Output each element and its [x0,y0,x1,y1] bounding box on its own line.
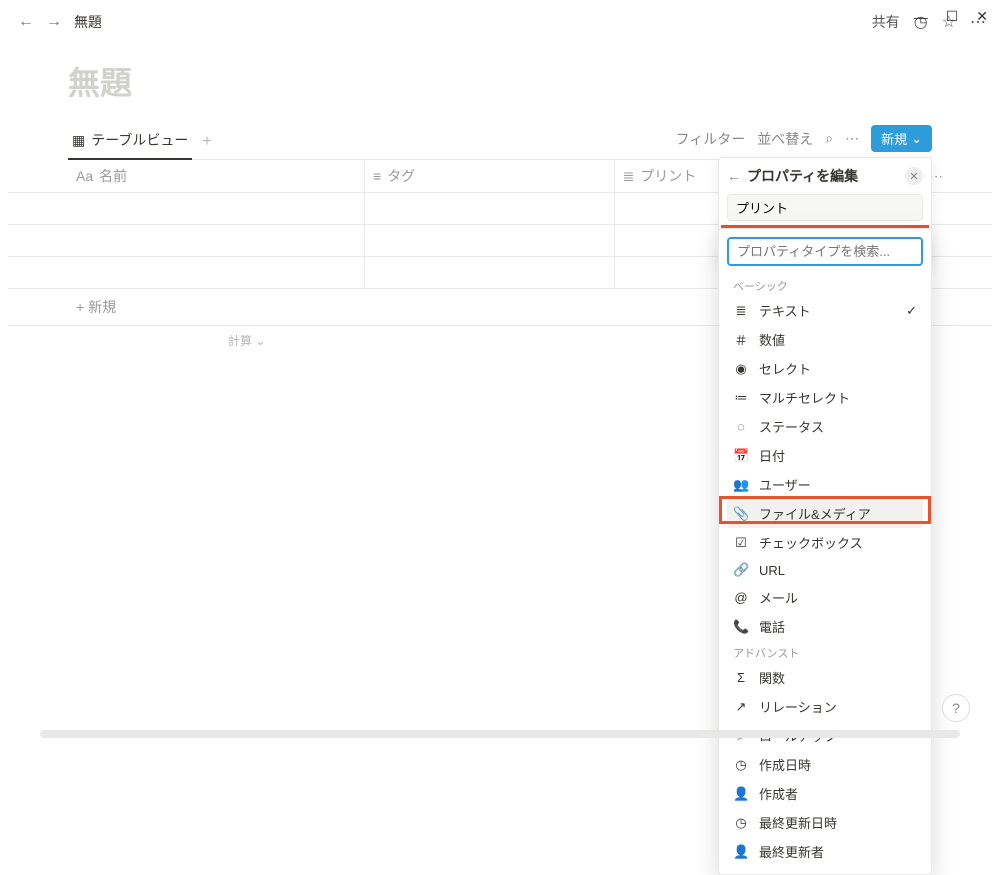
section-basic: ベーシック [727,274,923,296]
horizontal-scrollbar[interactable] [40,730,960,738]
chevron-down-icon: ⌄ [911,131,922,147]
type-option-icon: 👤 [733,844,749,860]
type-option-icon: ≣ [733,303,749,319]
type-option-icon: 📅 [733,448,749,464]
search-icon[interactable]: ⌕ [825,130,833,147]
type-option[interactable]: Σ 関数 [727,663,923,692]
type-option-icon: ◌ [733,419,749,434]
type-option[interactable]: @ メール [727,583,923,612]
minimize-button[interactable]: — [914,9,928,25]
maximize-button[interactable]: ☐ [946,8,959,25]
type-option[interactable]: 📞 電話 [727,612,923,641]
type-option-label: 数値 [759,330,785,349]
type-option[interactable]: 👥 ユーザー [727,470,923,499]
section-advanced: アドバンスト [727,641,923,663]
panel-back-button[interactable]: ← [727,168,741,184]
column-header-name[interactable]: Aa名前 [8,160,365,193]
list-icon: ≡ [373,168,381,184]
breadcrumb[interactable]: 無題 [74,12,102,32]
type-option[interactable]: ◷ 最終更新日時 [727,808,923,837]
panel-title: プロパティを編集 [747,166,899,186]
type-option-label: 最終更新者 [759,842,824,861]
column-header-tag[interactable]: ≡タグ [365,160,615,193]
type-search-input[interactable] [727,237,923,266]
type-option[interactable]: ≔ マルチセレクト [727,383,923,412]
type-option-icon: ＃ [733,330,749,349]
help-button[interactable]: ? [942,694,970,722]
toolbar-more-icon[interactable]: ⋯ [845,130,859,147]
new-button[interactable]: 新規 ⌄ [871,125,932,152]
type-option-label: セレクト [759,359,811,378]
type-option-icon: ◉ [733,361,749,377]
type-option-label: リレーション [759,697,837,716]
type-option[interactable]: ◌ ステータス [727,412,923,441]
type-option-label: ファイル&メディア [759,504,871,523]
type-option-label: 作成者 [759,784,798,803]
property-name-input[interactable] [727,194,923,221]
type-option-label: 日付 [759,446,785,465]
text-icon: Aa [76,168,93,184]
type-option-label: URL [759,563,785,578]
text-icon: ≣ [623,168,635,185]
forward-button[interactable]: → [42,11,66,33]
type-option[interactable]: ↗ リレーション [727,692,923,721]
type-option-icon: 📎 [733,506,749,522]
type-option-icon: ◷ [733,757,749,773]
type-option[interactable]: 👤 最終更新者 [727,837,923,866]
type-option-icon: 📞 [733,619,749,635]
view-tab-table[interactable]: ▦ テーブルビュー [68,124,192,160]
type-option-icon: ◷ [733,815,749,831]
panel-close-button[interactable]: ✕ [905,167,923,185]
type-option[interactable]: ☑ チェックボックス [727,528,923,557]
type-option-label: メール [759,588,798,607]
type-option[interactable]: 👤 作成者 [727,779,923,808]
window-controls: — ☐ ✕ [914,8,988,25]
back-button[interactable]: ← [14,11,38,33]
type-option-label: マルチセレクト [759,388,850,407]
type-option[interactable]: ＃ 数値 [727,325,923,354]
topbar: ← → 無題 共有 ◷ ☆ ⋯ [0,0,1000,44]
type-option[interactable]: 🔗 URL [727,557,923,583]
view-tab-label: テーブルビュー [91,130,188,150]
type-option-label: ユーザー [759,475,811,494]
page-title[interactable]: 無題 [68,58,932,104]
property-type-dropdown: ベーシック ≣ テキスト ✓ ＃ 数値 ◉ セレクト ≔ マルチセレクト ◌ ステータス 📅 日付 👥 ユー… [718,228,932,875]
type-option-label: 電話 [759,617,785,636]
type-option-label: 最終更新日時 [759,813,837,832]
table-icon: ▦ [72,132,85,149]
add-view-button[interactable]: + [202,133,211,151]
share-button[interactable]: 共有 [872,12,900,32]
type-option[interactable]: ◷ 作成日時 [727,750,923,779]
type-option-icon: @ [733,590,749,605]
type-option-label: テキスト [759,301,811,320]
type-option-icon: 🔗 [733,562,749,578]
type-option-label: 関数 [759,668,785,687]
type-option[interactable]: ≣ テキスト ✓ [727,296,923,325]
close-window-button[interactable]: ✕ [976,8,988,25]
check-icon: ✓ [906,303,917,319]
type-option-label: チェックボックス [759,533,863,552]
calc-label[interactable]: 計算 ⌄ [228,332,265,349]
type-option[interactable]: 📎 ファイル&メディア [727,499,923,528]
type-option-label: 作成日時 [759,755,811,774]
type-option-icon: 👥 [733,477,749,493]
type-option-icon: ↗ [733,699,749,715]
type-option-icon: ☑ [733,535,749,551]
type-option-icon: ≔ [733,390,749,406]
type-option[interactable]: 📅 日付 [727,441,923,470]
type-option-icon: 👤 [733,786,749,802]
table-toolbar: フィルター 並べ替え ⌕ ⋯ 新規 ⌄ [676,125,933,152]
type-option[interactable]: ◉ セレクト [727,354,923,383]
type-option-icon: Σ [733,670,749,685]
sort-button[interactable]: 並べ替え [757,129,813,149]
type-option-label: ステータス [759,417,824,436]
filter-button[interactable]: フィルター [676,129,746,149]
